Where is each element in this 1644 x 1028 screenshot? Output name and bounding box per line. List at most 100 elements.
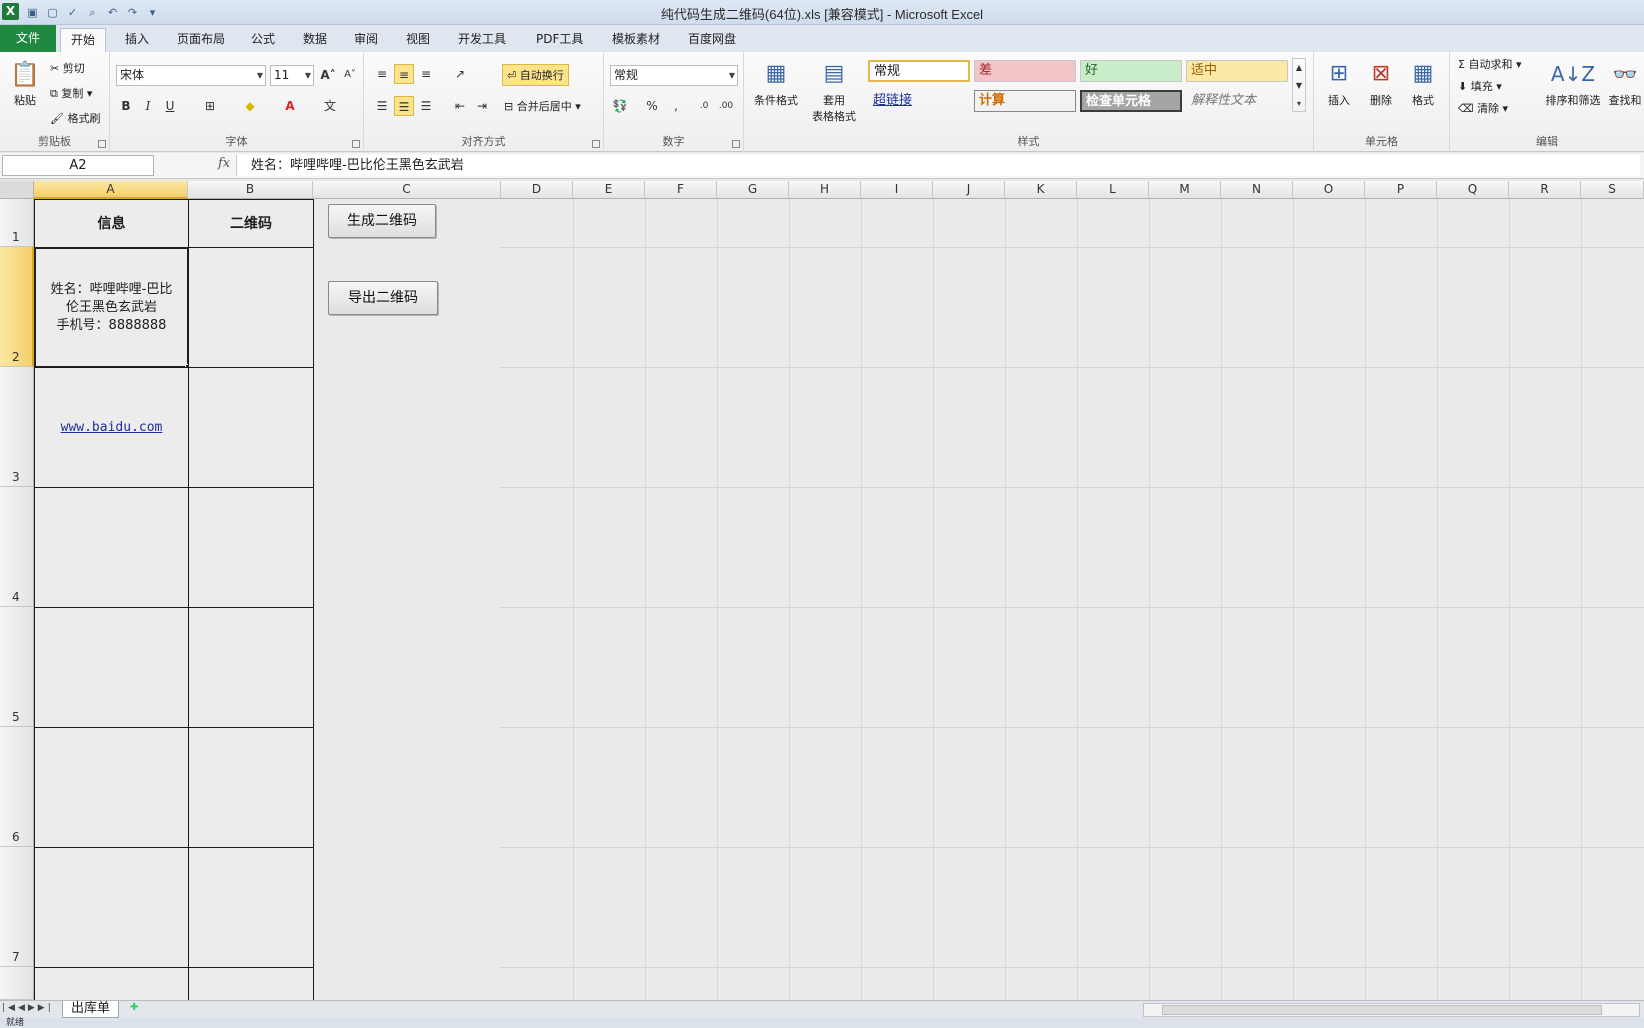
font-color-icon[interactable]: A	[280, 96, 300, 116]
alignment-launcher-icon[interactable]	[592, 140, 600, 148]
column-header-a[interactable]: A	[34, 181, 188, 199]
decrease-indent-icon[interactable]: ⇤	[450, 96, 470, 116]
name-box[interactable]: A2	[2, 155, 154, 176]
column-header-q[interactable]: Q	[1437, 181, 1509, 199]
cell-a6[interactable]	[34, 727, 189, 848]
fill-button[interactable]: ⬇ 填充 ▾	[1458, 78, 1502, 94]
underline-icon[interactable]: U	[160, 96, 180, 116]
tab-baidu-netdisk[interactable]: 百度网盘	[678, 28, 746, 52]
row-header-4[interactable]: 4	[0, 487, 34, 607]
worksheet-grid[interactable]: A B C D E F G H I J K L M N O P Q R S 1 …	[0, 181, 1644, 1000]
comma-icon[interactable]: ,	[666, 96, 686, 116]
cell-b6[interactable]	[188, 727, 314, 848]
fill-color-icon[interactable]: ◆	[240, 96, 260, 116]
delete-cells-button[interactable]: ⊠ 删除	[1362, 56, 1400, 108]
style-neutral[interactable]: 适中	[1186, 60, 1288, 82]
cell-b7[interactable]	[188, 847, 314, 968]
tab-templates[interactable]: 模板素材	[602, 28, 670, 52]
tab-home[interactable]: 开始	[60, 28, 107, 52]
row-header-3[interactable]: 3	[0, 367, 34, 487]
currency-icon[interactable]: 💱	[610, 96, 630, 116]
generate-qr-button[interactable]: 生成二维码	[328, 204, 436, 238]
scrollbar-thumb[interactable]	[1162, 1005, 1602, 1015]
align-right-icon[interactable]: ☰	[416, 96, 436, 116]
align-center-icon[interactable]: ☰	[394, 96, 414, 116]
row-header-2[interactable]: 2	[0, 247, 34, 367]
style-explanatory[interactable]: 解释性文本	[1186, 90, 1288, 112]
insert-cells-button[interactable]: ⊞ 插入	[1320, 56, 1358, 108]
cell-b3[interactable]	[188, 367, 314, 488]
tab-formulas[interactable]: 公式	[241, 28, 285, 52]
column-header-f[interactable]: F	[645, 181, 717, 199]
tab-page-layout[interactable]: 页面布局	[167, 28, 235, 52]
sheet-tab-outbound[interactable]: 出库单	[62, 1001, 120, 1018]
style-good[interactable]: 好	[1080, 60, 1182, 82]
grow-font-icon[interactable]: A˄	[318, 65, 338, 85]
column-header-l[interactable]: L	[1077, 181, 1149, 199]
wrap-text-button[interactable]: ⏎ 自动换行	[502, 64, 569, 86]
number-launcher-icon[interactable]	[732, 140, 740, 148]
hyperlink-baidu[interactable]: www.baidu.com	[61, 420, 163, 435]
style-normal[interactable]: 常规	[868, 60, 970, 82]
column-header-p[interactable]: P	[1365, 181, 1437, 199]
sort-filter-button[interactable]: A↓Z 排序和筛选	[1542, 56, 1604, 108]
column-header-r[interactable]: R	[1509, 181, 1581, 199]
percent-icon[interactable]: %	[642, 96, 662, 116]
row-header-5[interactable]: 5	[0, 607, 34, 727]
phonetic-icon[interactable]: 文	[320, 96, 340, 116]
align-left-icon[interactable]: ☰	[372, 96, 392, 116]
format-cells-button[interactable]: ▦ 格式	[1404, 56, 1442, 108]
font-launcher-icon[interactable]	[352, 140, 360, 148]
column-header-m[interactable]: M	[1149, 181, 1221, 199]
format-painter-button[interactable]: 🖌 格式刷	[50, 110, 100, 126]
find-select-button[interactable]: 👓 查找和	[1606, 56, 1644, 108]
increase-decimal-icon[interactable]: .0	[694, 96, 714, 116]
column-header-b[interactable]: B	[188, 181, 313, 199]
cut-button[interactable]: ✂ 剪切	[50, 60, 85, 76]
column-header-o[interactable]: O	[1293, 181, 1365, 199]
tab-developer[interactable]: 开发工具	[448, 28, 516, 52]
styles-scroll-icon[interactable]: ▲ ▼ ▾	[1292, 58, 1306, 112]
shrink-font-icon[interactable]: A˅	[340, 65, 360, 85]
increase-indent-icon[interactable]: ⇥	[472, 96, 492, 116]
column-header-e[interactable]: E	[573, 181, 645, 199]
cell-b8[interactable]	[188, 967, 314, 1000]
row-header-6[interactable]: 6	[0, 727, 34, 847]
tab-data[interactable]: 数据	[293, 28, 337, 52]
sheet-nav-icon[interactable]: |◀◀▶▶|	[2, 1003, 54, 1013]
select-all-corner[interactable]	[0, 181, 34, 199]
column-header-n[interactable]: N	[1221, 181, 1293, 199]
align-bottom-icon[interactable]: ≡	[416, 64, 436, 84]
style-check-cell[interactable]: 检查单元格	[1080, 90, 1182, 112]
orientation-icon[interactable]: ↗	[450, 64, 470, 84]
column-header-s[interactable]: S	[1581, 181, 1644, 199]
align-middle-icon[interactable]: ≡	[394, 64, 414, 84]
align-top-icon[interactable]: ≡	[372, 64, 392, 84]
cell-a7[interactable]	[34, 847, 189, 968]
horizontal-scrollbar[interactable]	[1143, 1003, 1640, 1017]
merge-center-button[interactable]: ⊟ 合并后居中 ▾	[504, 98, 581, 114]
font-size-combo[interactable]: 11 ▼	[270, 65, 314, 86]
cell-b2[interactable]	[188, 247, 314, 368]
decrease-decimal-icon[interactable]: .00	[716, 96, 736, 116]
column-header-k[interactable]: K	[1005, 181, 1077, 199]
italic-icon[interactable]: I	[138, 96, 158, 116]
cell-b4[interactable]	[188, 487, 314, 608]
tab-file[interactable]: 文件	[0, 25, 56, 52]
font-name-combo[interactable]: 宋体 ▼	[116, 65, 266, 86]
cell-a2[interactable]: 姓名：哔哩哔哩-巴比 伦王黑色玄武岩 手机号：8888888	[34, 247, 189, 368]
paste-button[interactable]: 📋 粘贴	[8, 56, 42, 108]
cell-b5[interactable]	[188, 607, 314, 728]
tab-insert[interactable]: 插入	[115, 28, 159, 52]
style-calculation[interactable]: 计算	[974, 90, 1076, 112]
column-header-h[interactable]: H	[789, 181, 861, 199]
tab-view[interactable]: 视图	[396, 28, 440, 52]
cell-a8[interactable]	[34, 967, 189, 1000]
bold-icon[interactable]: B	[116, 96, 136, 116]
tab-review[interactable]: 审阅	[344, 28, 388, 52]
border-icon[interactable]: ⊞	[200, 96, 220, 116]
column-header-i[interactable]: I	[861, 181, 933, 199]
number-format-combo[interactable]: 常规 ▼	[610, 65, 738, 86]
column-header-j[interactable]: J	[933, 181, 1005, 199]
format-as-table-button[interactable]: ▤ 套用 表格格式	[806, 56, 862, 124]
